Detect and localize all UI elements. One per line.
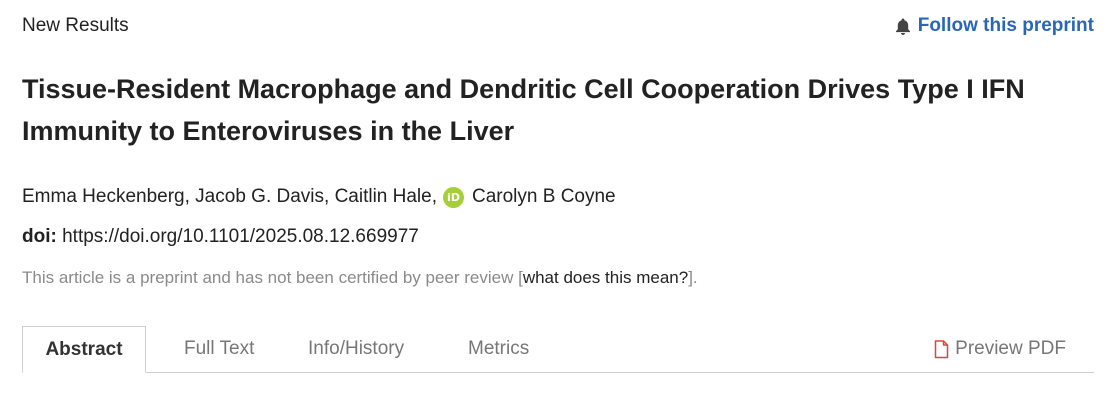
- bell-icon: [894, 17, 912, 36]
- what-does-this-mean-link[interactable]: what does this mean?: [523, 268, 688, 287]
- article-tabs: Abstract Full Text Info/History Metrics …: [22, 326, 1094, 373]
- orcid-icon[interactable]: iD: [443, 186, 464, 208]
- authors-group-1[interactable]: Emma Heckenberg, Jacob G. Davis, Caitlin…: [22, 186, 437, 208]
- doi-label: doi:: [22, 226, 57, 247]
- article-title: Tissue-Resident Macrophage and Dendritic…: [22, 74, 1025, 146]
- doi-link[interactable]: https://doi.org/10.1101/2025.08.12.66997…: [62, 226, 419, 247]
- section-label: New Results: [22, 15, 129, 36]
- doi-line: doi: https://doi.org/10.1101/2025.08.12.…: [22, 226, 419, 248]
- preprint-disclaimer: This article is a preprint and has not b…: [22, 268, 698, 288]
- tab-abstract[interactable]: Abstract: [22, 326, 146, 373]
- pdf-file-icon: [934, 339, 949, 359]
- author-list: Emma Heckenberg, Jacob G. Davis, Caitlin…: [22, 186, 616, 208]
- preview-pdf-button[interactable]: Preview PDF: [934, 326, 1066, 372]
- tab-full-text[interactable]: Full Text: [184, 326, 254, 372]
- tab-info-history[interactable]: Info/History: [308, 326, 404, 372]
- top-bar: New Results Follow this preprint: [22, 12, 1094, 40]
- preview-pdf-label: Preview PDF: [955, 338, 1066, 359]
- follow-preprint-label: Follow this preprint: [917, 15, 1094, 36]
- tab-metrics[interactable]: Metrics: [468, 326, 529, 372]
- preprint-note-text: This article is a preprint and has not b…: [22, 268, 523, 287]
- follow-preprint-button[interactable]: Follow this preprint: [894, 15, 1094, 37]
- preprint-note-closing: ].: [688, 268, 698, 287]
- author-carolyn-coyne[interactable]: Carolyn B Coyne: [472, 186, 616, 208]
